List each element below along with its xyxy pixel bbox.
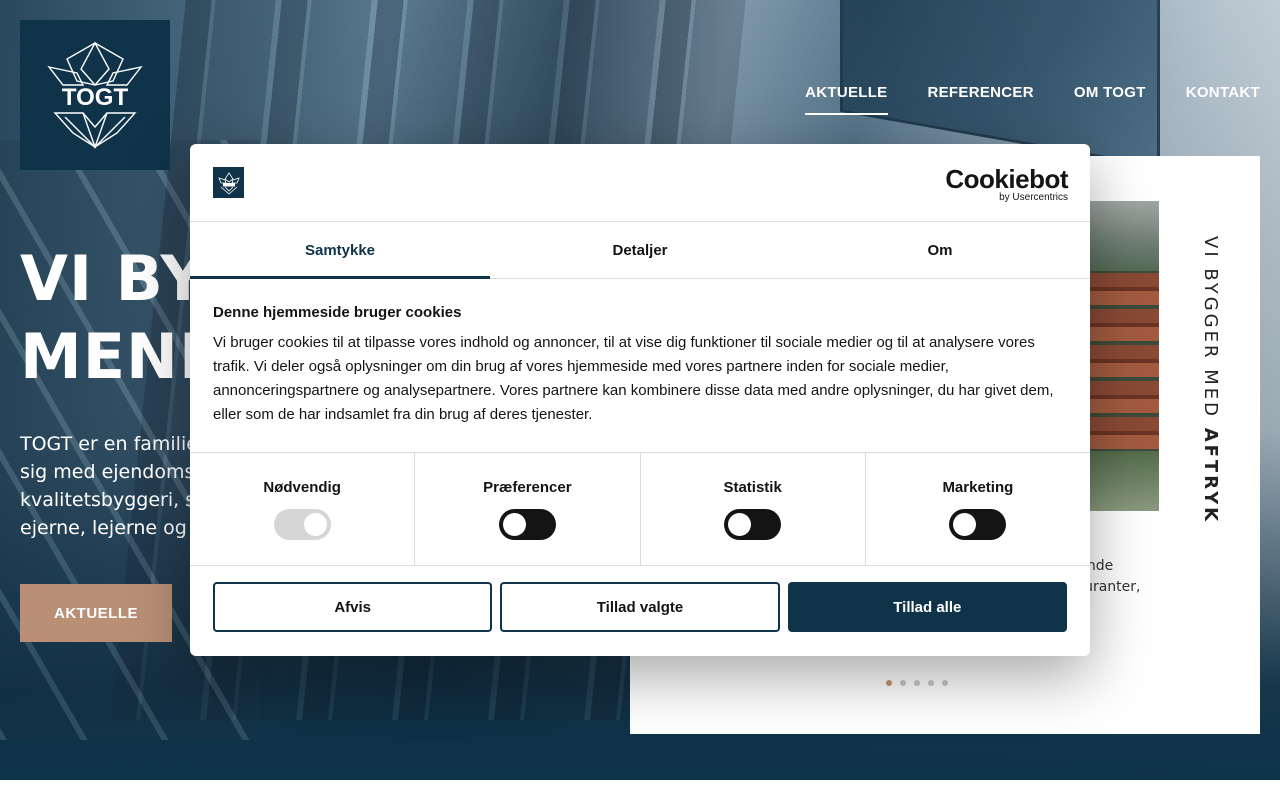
consent-label-necessary: Nødvendig	[263, 479, 341, 496]
site-logo[interactable]: TOGT	[20, 20, 170, 170]
toggle-knob	[303, 513, 327, 536]
toggle-knob	[953, 513, 977, 536]
lotus-logo-small-icon	[217, 171, 240, 195]
cookiebot-brand-name: Cookiebot	[945, 164, 1068, 194]
tab-om[interactable]: Om	[790, 222, 1090, 278]
carousel-dot-1[interactable]	[886, 680, 892, 686]
allow-all-button[interactable]: Tillad alle	[787, 582, 1067, 632]
card-vertical-bold: AFTRYK	[1200, 427, 1221, 525]
tab-samtykke[interactable]: Samtykke	[190, 222, 490, 279]
toggle-statistics[interactable]	[724, 509, 782, 540]
consent-category-marketing: Marketing	[866, 453, 1090, 565]
toggle-preferences[interactable]	[498, 509, 556, 540]
deny-button[interactable]: Afvis	[213, 582, 493, 632]
nav-item-aktuelle[interactable]: AKTUELLE	[805, 84, 888, 115]
site-logo-small	[213, 167, 244, 198]
carousel-dot-5[interactable]	[942, 680, 948, 686]
consent-category-statistics: Statistik	[641, 453, 866, 565]
tab-detaljer[interactable]: Detaljer	[490, 222, 790, 278]
consent-category-preferences: Præferencer	[415, 453, 641, 565]
hero-text-line4: ejerne, lejerne og lo	[20, 517, 210, 539]
cookie-consent-dialog: Cookiebot by Usercentrics Samtykke Detal…	[190, 144, 1090, 656]
nav-item-referencer[interactable]: REFERENCER	[928, 84, 1034, 115]
logo-text: TOGT	[62, 84, 129, 111]
card-vertical-light: VI BYGGER MED	[1200, 236, 1221, 428]
footer-band	[0, 780, 1280, 800]
toggle-marketing[interactable]	[949, 509, 1007, 540]
carousel-dot-2[interactable]	[900, 680, 906, 686]
cookie-dialog-body: Denne hjemmeside bruger cookies Vi bruge…	[190, 279, 1090, 452]
carousel-dot-3[interactable]	[914, 680, 920, 686]
consent-label-statistics: Statistik	[723, 479, 782, 496]
nav-item-om-togt[interactable]: OM TOGT	[1074, 84, 1146, 115]
toggle-knob	[502, 513, 526, 536]
card-vertical-title: VI BYGGER MED AFTRYK	[1200, 236, 1221, 524]
hero-aktuelle-button[interactable]: AKTUELLE	[20, 584, 172, 642]
cookie-dialog-title: Denne hjemmeside bruger cookies	[213, 304, 462, 321]
consent-label-marketing: Marketing	[942, 479, 1014, 496]
carousel-dot-4[interactable]	[928, 680, 934, 686]
cookie-dialog-text: Vi bruger cookies til at tilpasse vores …	[213, 334, 1054, 423]
lotus-logo-icon: TOGT	[47, 41, 143, 149]
hero-text-line1: TOGT er en familiee	[20, 433, 210, 455]
toggle-necessary	[273, 509, 331, 540]
hero-text-line2: sig med ejendomsu	[20, 461, 207, 483]
card-snippet: vende tauranter,	[1070, 556, 1230, 598]
carousel-dots	[886, 680, 948, 686]
consent-category-necessary: Nødvendig	[190, 453, 416, 565]
cookiebot-logo[interactable]: Cookiebot by Usercentrics	[945, 166, 1068, 204]
toggle-knob	[728, 513, 752, 536]
nav-item-kontakt[interactable]: KONTAKT	[1186, 84, 1260, 115]
consent-categories: Nødvendig Præferencer Statistik Marketin…	[190, 452, 1090, 566]
consent-label-preferences: Præferencer	[483, 479, 572, 496]
cookie-tabs: Samtykke Detaljer Om	[190, 222, 1090, 279]
allow-selected-button[interactable]: Tillad valgte	[500, 582, 780, 632]
main-navigation: AKTUELLE REFERENCER OM TOGT KONTAKT	[805, 84, 1260, 115]
cookie-dialog-header: Cookiebot by Usercentrics	[190, 144, 1090, 222]
cookie-actions: Afvis Tillad valgte Tillad alle	[190, 566, 1090, 632]
hero-text-line3: kvalitetsbyggeri, so	[20, 489, 207, 511]
